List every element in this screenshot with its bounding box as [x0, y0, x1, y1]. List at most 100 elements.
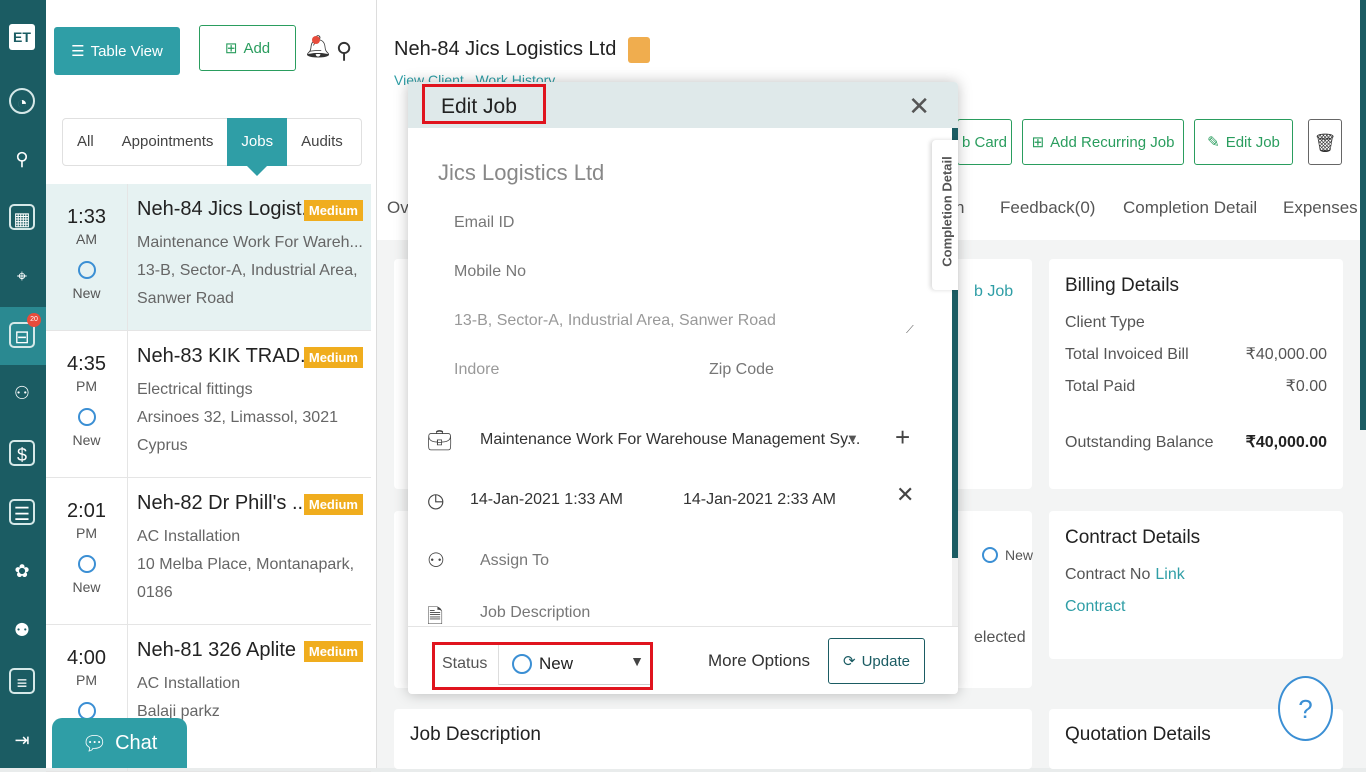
status-label: Status: [442, 655, 488, 672]
briefcase-icon: [628, 37, 650, 63]
status-circle-icon: [77, 261, 96, 279]
status-select[interactable]: New ▼: [498, 645, 650, 685]
city-field[interactable]: Indore: [454, 361, 499, 379]
job-time: 4:00: [67, 647, 106, 669]
modal-footer: Status New ▼ More Options ⟳ Update: [408, 626, 958, 694]
list-item[interactable]: 2:01 PM New Neh-82 Dr Phill's ... Medium AC…: [46, 478, 371, 625]
list-item[interactable]: 4:35 PM New Neh-83 KIK TRAD... Medium Elect…: [46, 331, 371, 478]
clock-icon: ◷: [427, 490, 445, 512]
list-item[interactable]: 1:33 AM New Neh-84 Jics Logist... Medium Ma…: [46, 184, 371, 331]
chat-bubble-icon: 💬︎: [81, 732, 108, 755]
job-card-label: b Card: [961, 133, 1008, 151]
user-icon[interactable]: ⚇: [9, 380, 35, 406]
person-icon: ⚇: [427, 550, 445, 572]
dashboard-icon[interactable]: ◔: [9, 88, 35, 114]
more-options-button[interactable]: More Options: [708, 651, 810, 671]
contract-title: Contract Details: [1065, 527, 1201, 548]
close-icon[interactable]: ✕: [908, 91, 930, 122]
address-field[interactable]: 13-B, Sector-A, Industrial Area, Sanwer …: [454, 312, 776, 330]
tab-overview[interactable]: Ov: [387, 198, 409, 218]
contract-link[interactable]: Link: [1155, 559, 1184, 591]
add-job-type-icon[interactable]: +: [895, 422, 910, 453]
logout-icon[interactable]: ⇥: [9, 727, 35, 753]
resize-handle-icon[interactable]: ⟋: [906, 324, 914, 337]
side-tab-label: Completion Detail: [939, 156, 955, 267]
contract-link-2[interactable]: Contract: [1065, 591, 1125, 623]
job-type: AC Installation: [137, 675, 241, 692]
edit-job-button[interactable]: ✎ Edit Job: [1194, 119, 1293, 165]
completion-detail-side-tab[interactable]: Completion Detail: [932, 140, 958, 290]
priority-badge: Medium: [303, 200, 363, 221]
contract-no-label: Contract No: [1065, 566, 1151, 583]
calendar-icon[interactable]: ▦: [9, 204, 35, 230]
job-tabs: All Appointments Jobs Audits: [62, 118, 362, 176]
trash-icon[interactable]: 🗑︎: [1308, 119, 1342, 165]
tab-feedback[interactable]: Feedback(0): [1000, 198, 1095, 218]
priority-badge: Medium: [303, 347, 363, 368]
tab-jobs[interactable]: Jobs: [227, 118, 288, 176]
update-button[interactable]: ⟳ Update: [828, 638, 925, 684]
job-type: Electrical fittings: [137, 381, 253, 398]
add-label: Add: [243, 39, 271, 57]
job-link[interactable]: b Job: [974, 283, 1013, 301]
status-circle-icon: [77, 408, 96, 426]
settings-icon[interactable]: ≡: [9, 668, 35, 694]
clear-time-icon[interactable]: ✕: [896, 482, 914, 508]
list-icon[interactable]: ☰: [9, 499, 35, 525]
job-description-title: Job Description: [410, 724, 541, 745]
chat-button[interactable]: 💬︎ Chat: [52, 718, 187, 768]
tab-appointments[interactable]: Appointments: [108, 118, 228, 166]
job-list: 1:33 AM New Neh-84 Jics Logist... Medium Ma…: [46, 184, 371, 772]
job-address: 10 Melba Place, Montanapark,: [137, 556, 355, 573]
status-value: New: [539, 654, 574, 673]
edit-job-label: Edit Job: [1225, 133, 1280, 151]
priority-badge: Medium: [303, 494, 363, 515]
add-recurring-job-button[interactable]: ⊞ Add Recurring Job: [1022, 119, 1184, 165]
tab-all[interactable]: All: [63, 118, 108, 166]
job-status: New: [72, 285, 101, 301]
job-type-select[interactable]: Maintenance Work For Warehouse Managemen…: [480, 431, 860, 449]
status-circle-icon: [512, 654, 532, 674]
assign-to-field[interactable]: Assign To: [480, 552, 549, 570]
plus-file-icon: ⊞: [1031, 134, 1045, 151]
invoice-icon[interactable]: $: [9, 440, 35, 466]
start-datetime[interactable]: 14-Jan-2021 1:33 AM: [470, 491, 623, 509]
nav-rail: ET ◔ ⚲ ▦ ⌖ ⊟ 20 ⚇ $ ☰ ✿ ⚉ ≡ ⇥: [0, 0, 46, 768]
map-icon[interactable]: ⌖: [9, 263, 35, 289]
handshake-icon[interactable]: ✿: [9, 558, 35, 584]
tab-audits[interactable]: Audits: [287, 118, 357, 166]
chat-label: Chat: [115, 731, 158, 754]
zip-code-field[interactable]: Zip Code: [709, 361, 774, 379]
help-button[interactable]: ?: [1278, 676, 1333, 741]
filter-icon: ☰: [71, 43, 85, 60]
tab-completion-detail[interactable]: Completion Detail: [1123, 198, 1257, 218]
table-view-label: Table View: [90, 42, 163, 60]
job-card-button[interactable]: b Card: [957, 119, 1012, 165]
billing-title: Billing Details: [1065, 275, 1180, 296]
mobile-field[interactable]: Mobile No: [454, 263, 526, 281]
pin-icon[interactable]: ⚲: [9, 146, 35, 172]
job-description-field[interactable]: Job Description: [480, 604, 590, 622]
job-description-card: Job Description: [394, 709, 1032, 769]
job-status: New: [72, 579, 101, 595]
job-time: 2:01: [67, 500, 106, 522]
contract-card: Contract Details Contract No Link Contrac…: [1049, 511, 1343, 659]
job-type: Maintenance Work For Wareh...: [137, 234, 363, 251]
invoiced-value: ₹40,000.00: [1245, 346, 1327, 363]
chevron-down-icon[interactable]: ▼: [846, 431, 859, 446]
page-title: Neh-84 Jics Logistics Ltd: [394, 38, 617, 60]
edit-icon: ✎: [1207, 134, 1220, 151]
invoiced-label: Total Invoiced Bill: [1065, 346, 1189, 363]
page-scrollbar[interactable]: [1360, 0, 1366, 430]
table-view-button[interactable]: ☰ Table View: [54, 27, 180, 75]
notification-badge: 20: [27, 313, 41, 327]
team-icon[interactable]: ⚉: [9, 617, 35, 643]
job-list-panel: ☰ Table View ⊞ Add 🔔︎ ⚲ All Appointments…: [46, 0, 377, 772]
search-icon[interactable]: ⚲: [336, 38, 352, 64]
job-title: Neh-81 326 Aplite: [137, 639, 297, 661]
client-name-field[interactable]: Jics Logistics Ltd: [438, 160, 604, 186]
email-field[interactable]: Email ID: [454, 214, 514, 232]
add-button[interactable]: ⊞ Add: [199, 25, 296, 71]
end-datetime[interactable]: 14-Jan-2021 2:33 AM: [683, 491, 836, 509]
tab-expenses[interactable]: Expenses: [1283, 198, 1358, 218]
